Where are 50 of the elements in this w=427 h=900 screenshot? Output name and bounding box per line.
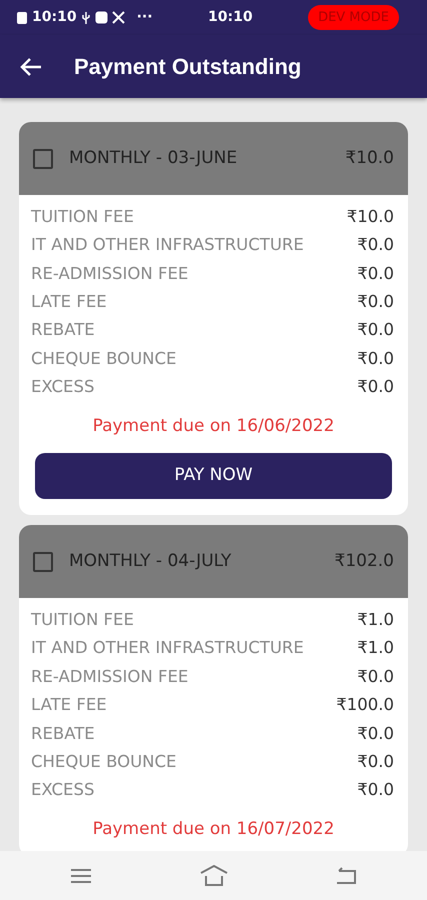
invoice-title: MONTHLY - 03-JUNE bbox=[69, 146, 238, 170]
fee-label: CHEQUE BOUNCE bbox=[31, 751, 176, 773]
pay-now-button[interactable]: PAY NOW bbox=[35, 453, 392, 500]
invoice-title: MONTHLY - 04-JULY bbox=[69, 550, 232, 573]
menu-icon[interactable] bbox=[70, 868, 92, 884]
back-arrow-icon[interactable] bbox=[20, 58, 42, 76]
fee-amount: ₹0.0 bbox=[357, 751, 394, 773]
fee-amount: ₹0.0 bbox=[357, 319, 394, 342]
dev-mode-badge: DEV MODE bbox=[308, 4, 399, 30]
due-date-text: Payment due on 16/07/2022 bbox=[92, 818, 336, 841]
back-icon[interactable] bbox=[335, 866, 357, 884]
fee-amount: ₹100.0 bbox=[336, 694, 394, 716]
fee-label: LATE FEE bbox=[31, 694, 107, 716]
status-time: 10:10 bbox=[32, 8, 77, 27]
fee-label: IT AND OTHER INFRASTRUCTURE bbox=[31, 637, 304, 660]
fee-label: EXCESS bbox=[31, 779, 94, 802]
fee-label: REBATE bbox=[31, 319, 95, 342]
app-icon bbox=[94, 11, 108, 24]
fee-amount: ₹0.0 bbox=[357, 348, 394, 370]
fee-amount: ₹10.0 bbox=[346, 206, 394, 228]
due-date-text: Payment due on 16/06/2022 bbox=[92, 414, 336, 438]
fee-amount: ₹0.0 bbox=[357, 376, 394, 398]
fee-label: LATE FEE bbox=[31, 290, 107, 313]
fee-label: REBATE bbox=[31, 722, 95, 745]
fee-label: RE-ADMISSION FEE bbox=[31, 262, 188, 285]
fee-label: IT AND OTHER INFRASTRUCTURE bbox=[31, 234, 304, 256]
fee-amount: ₹1.0 bbox=[357, 609, 394, 632]
fee-amount: ₹0.0 bbox=[357, 262, 394, 285]
fee-label: TUITION FEE bbox=[31, 609, 134, 632]
home-icon[interactable] bbox=[198, 864, 228, 886]
checkbox[interactable] bbox=[33, 148, 53, 168]
screen-title: Payment Outstanding bbox=[74, 53, 302, 81]
fee-label: TUITION FEE bbox=[31, 206, 134, 228]
fee-amount: ₹0.0 bbox=[357, 234, 394, 256]
usb-icon bbox=[80, 10, 91, 24]
fee-label: EXCESS bbox=[31, 376, 94, 398]
fee-amount: ₹0.0 bbox=[357, 290, 394, 313]
more-icon: ··· bbox=[136, 7, 153, 28]
fee-label: RE-ADMISSION FEE bbox=[31, 666, 188, 688]
notification-icon bbox=[16, 10, 28, 24]
fee-amount: ₹0.0 bbox=[357, 722, 394, 745]
checkbox[interactable] bbox=[33, 552, 53, 572]
fee-amount: ₹1.0 bbox=[357, 637, 394, 660]
invoice-amount: ₹10.0 bbox=[345, 146, 394, 170]
fee-amount: ₹0.0 bbox=[357, 779, 394, 802]
tools-icon bbox=[112, 11, 125, 24]
invoice-amount: ₹102.0 bbox=[334, 550, 394, 573]
fee-amount: ₹0.0 bbox=[357, 666, 394, 688]
fee-label: CHEQUE BOUNCE bbox=[31, 348, 176, 370]
status-time: 10:10 bbox=[208, 8, 253, 27]
